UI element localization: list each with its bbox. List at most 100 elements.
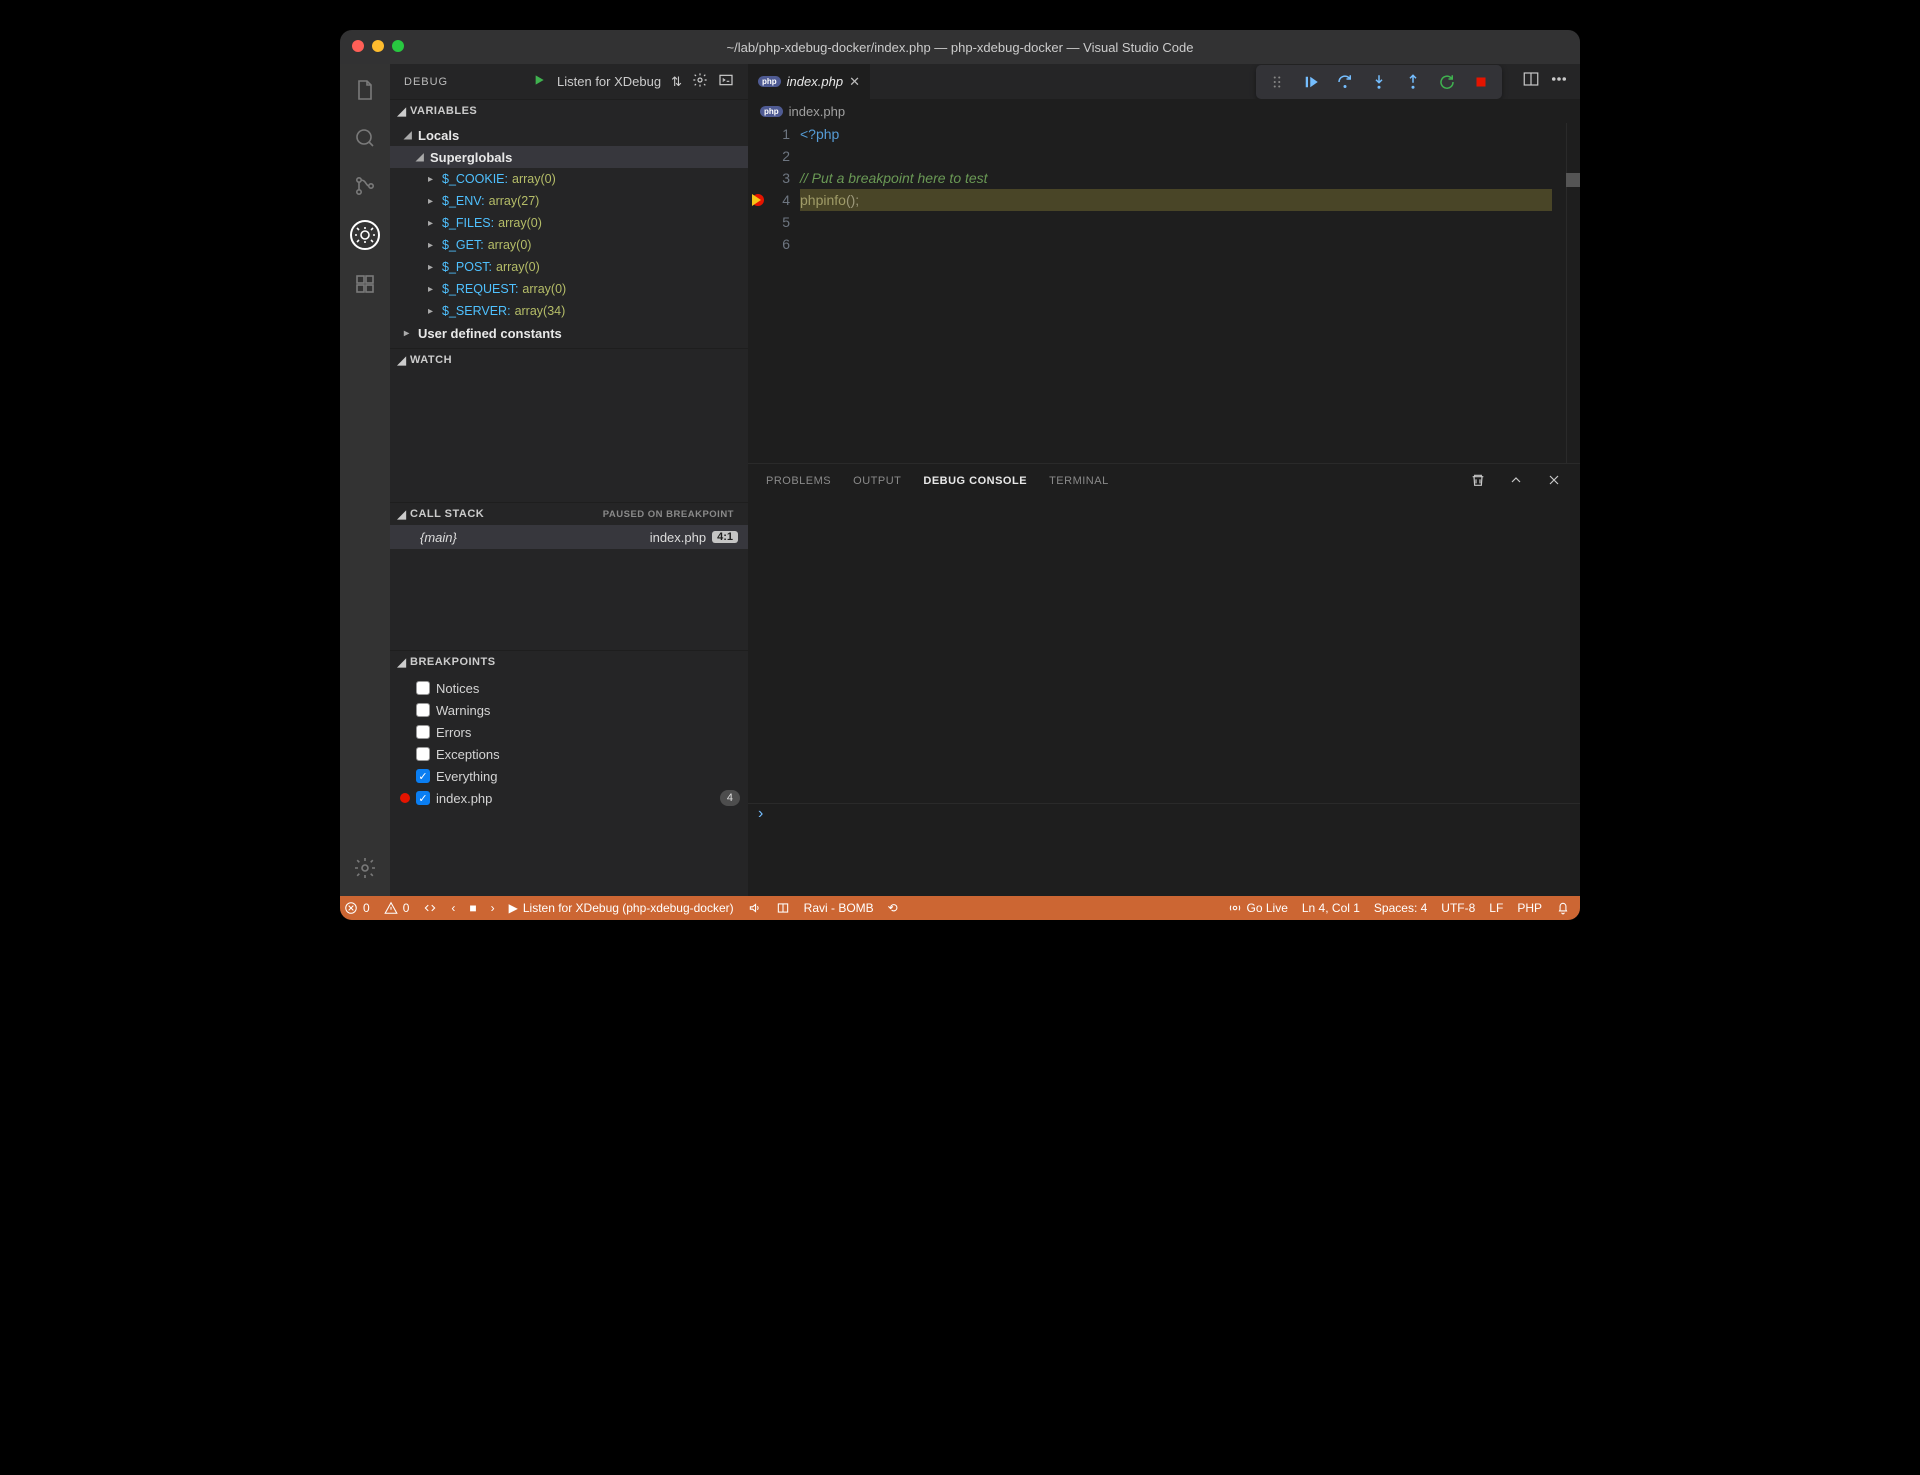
debug-console-input[interactable]: › [748,803,1580,823]
code-editor[interactable]: 123456 <?php // Put a breakpoint here to… [748,123,1580,463]
checkbox[interactable]: ✓ [416,769,430,783]
status-launch-config[interactable]: ▶ Listen for XDebug (php-xdebug-docker) [509,901,734,915]
editor-group: php index.php ✕ [748,64,1580,896]
search-icon[interactable] [351,124,379,152]
variable-row[interactable]: ▸$_COOKIE: array(0) [390,168,748,190]
breakpoint-category[interactable]: ✓Everything [416,765,748,787]
variable-row[interactable]: ▸$_POST: array(0) [390,256,748,278]
breadcrumbs[interactable]: php index.php [748,99,1580,123]
variable-row[interactable]: ▸$_FILES: array(0) [390,212,748,234]
status-bar: 0 0 ‹ ■ › ▶ Listen for XDebug (php-xdebu… [340,896,1580,920]
explorer-icon[interactable] [351,76,379,104]
callstack-section-header[interactable]: ◢CALL STACKPAUSED ON BREAKPOINT [390,503,748,525]
debug-icon[interactable] [350,220,380,250]
status-sync-icon[interactable]: ⟲ [888,901,898,915]
breakpoint-category[interactable]: Notices [416,677,748,699]
debug-settings-icon[interactable] [692,72,708,91]
status-book-icon[interactable] [776,901,790,915]
status-stop-icon[interactable]: ■ [469,901,476,915]
breakpoint-file-row[interactable]: ✓index.php4 [400,787,748,809]
variable-row[interactable]: ▸$_SERVER: array(34) [390,300,748,322]
editor-tab-bar: php index.php ✕ [748,64,1580,99]
variable-row[interactable]: ▸$_GET: array(0) [390,234,748,256]
drag-handle-icon[interactable] [1262,69,1292,95]
step-over-button[interactable] [1330,69,1360,95]
status-errors[interactable]: 0 [344,901,370,915]
breakpoint-category[interactable]: Warnings [416,699,748,721]
php-file-icon: php [758,76,781,87]
status-user[interactable]: Ravi - BOMB [804,901,874,915]
minimap[interactable] [1566,123,1580,463]
variable-row[interactable]: ▸$_ENV: array(27) [390,190,748,212]
step-out-button[interactable] [1398,69,1428,95]
debug-config-select[interactable]: Listen for XDebug [557,74,661,89]
collapse-panel-icon[interactable] [1508,472,1524,491]
variable-row[interactable]: ▸$_REQUEST: array(0) [390,278,748,300]
panel-tab-problems[interactable]: PROBLEMS [766,475,831,487]
start-debug-button[interactable] [531,72,547,91]
breakpoint-dot-icon [400,793,410,803]
frame-position-badge: 4:1 [712,531,738,543]
debug-sidebar: DEBUG Listen for XDebug ⇅ ◢VARIABLES ◢Lo… [390,64,748,896]
breakpoint-category[interactable]: Errors [416,721,748,743]
more-actions-icon[interactable] [1550,70,1568,93]
watch-section-header[interactable]: ◢WATCH [390,349,748,371]
split-editor-icon[interactable] [1522,70,1540,93]
panel-tab-terminal[interactable]: TERMINAL [1049,475,1109,487]
debug-title: DEBUG [404,76,448,88]
status-cursor-pos[interactable]: Ln 4, Col 1 [1302,901,1360,915]
status-language[interactable]: PHP [1517,901,1542,915]
superglobals-scope[interactable]: ◢Superglobals [390,146,748,168]
editor-tab[interactable]: php index.php ✕ [748,64,871,99]
debug-console-toggle-icon[interactable] [718,72,734,91]
step-into-button[interactable] [1364,69,1394,95]
maximize-window-button[interactable] [392,40,404,52]
status-forward-icon[interactable]: › [491,901,495,915]
status-warnings[interactable]: 0 [384,901,410,915]
breakpoints-section-header[interactable]: ◢BREAKPOINTS [390,651,748,673]
debug-header: DEBUG Listen for XDebug ⇅ [390,64,748,99]
line-numbers: 123456 [766,123,800,463]
status-audio-icon[interactable] [748,901,762,915]
status-remote-icon[interactable] [423,901,437,915]
status-go-live[interactable]: Go Live [1228,901,1288,915]
title-bar: ~/lab/php-xdebug-docker/index.php — php-… [340,30,1580,64]
locals-scope[interactable]: ◢Locals [390,124,748,146]
minimize-window-button[interactable] [372,40,384,52]
breakpoint-category[interactable]: Exceptions [416,743,748,765]
panel-tab-debug-console[interactable]: DEBUG CONSOLE [923,475,1027,487]
settings-gear-icon[interactable] [351,854,379,882]
window-title: ~/lab/php-xdebug-docker/index.php — php-… [727,40,1194,55]
status-bell-icon[interactable] [1556,901,1570,915]
breakpoint-line-badge: 4 [720,790,740,806]
status-spaces[interactable]: Spaces: 4 [1374,901,1427,915]
debug-toolbar[interactable] [1256,65,1502,99]
debug-console-body[interactable] [748,498,1580,803]
close-panel-icon[interactable] [1546,472,1562,491]
status-eol[interactable]: LF [1489,901,1503,915]
current-line-highlight [800,189,1552,211]
restart-button[interactable] [1432,69,1462,95]
checkbox[interactable] [416,747,430,761]
source-control-icon[interactable] [351,172,379,200]
stack-frame[interactable]: {main} index.php 4:1 [390,525,748,549]
status-encoding[interactable]: UTF-8 [1441,901,1475,915]
vscode-window: ~/lab/php-xdebug-docker/index.php — php-… [340,30,1580,920]
checkbox[interactable] [416,725,430,739]
breakpoint-gutter[interactable] [748,123,766,463]
close-window-button[interactable] [352,40,364,52]
close-tab-icon[interactable]: ✕ [849,74,860,90]
config-dropdown-icon[interactable]: ⇅ [671,74,682,90]
checkbox[interactable] [416,703,430,717]
stop-button[interactable] [1466,69,1496,95]
variables-section-header[interactable]: ◢VARIABLES [390,100,748,122]
status-back-icon[interactable]: ‹ [451,901,455,915]
clear-console-icon[interactable] [1470,472,1486,491]
checkbox[interactable] [416,681,430,695]
continue-button[interactable] [1296,69,1326,95]
callstack-status: PAUSED ON BREAKPOINT [603,509,742,520]
panel-tab-output[interactable]: OUTPUT [853,475,901,487]
user-defined-constants[interactable]: ▸User defined constants [390,322,748,344]
checkbox[interactable]: ✓ [416,791,430,805]
extensions-icon[interactable] [351,270,379,298]
